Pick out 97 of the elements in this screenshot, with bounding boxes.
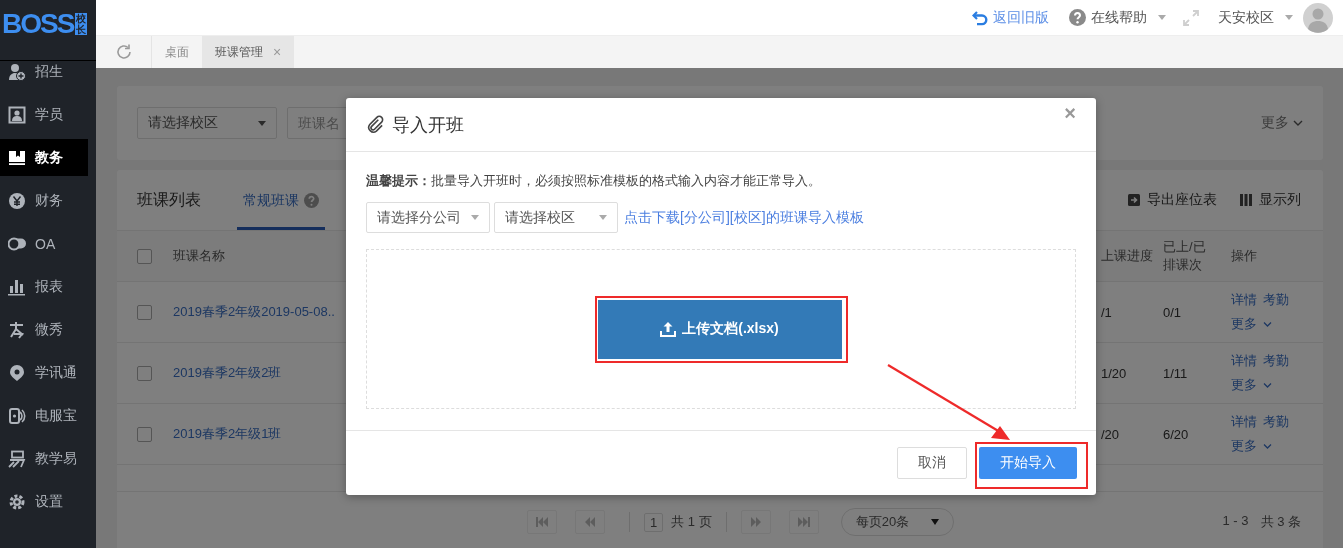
class-link[interactable]: 2019春季2年级2019-05-08.. [173,303,335,321]
chevron-down-icon [1263,442,1272,450]
phone-signal-icon [8,406,26,425]
checkbox[interactable] [137,365,152,381]
sidebar-item[interactable]: 报表 [0,268,88,305]
attendance-link[interactable]: 考勤 [1263,352,1289,370]
caret-icon [471,215,479,220]
record-range: 1 - 3 [1222,513,1249,530]
paperclip-icon [366,114,386,135]
details-link[interactable]: 详情 [1231,291,1257,309]
help-icon [304,193,319,208]
columns-icon [1239,193,1253,207]
cancel-button[interactable]: 取消 [897,447,967,479]
checkbox[interactable] [137,304,152,320]
sidebar-item[interactable]: 学员 [0,96,88,133]
person-plus-icon [8,62,26,81]
previous-page-button[interactable] [575,510,605,534]
sidebar-item[interactable]: 财务 [0,182,88,219]
details-link[interactable]: 详情 [1231,413,1257,431]
campus-select[interactable]: 请选择校区 [494,202,618,233]
company-select[interactable]: 请选择分公司 [366,202,490,233]
page-count: 共 1 页 [671,513,712,531]
sidebar-item[interactable]: 微秀 [0,311,88,348]
help-icon [1069,9,1086,26]
class-link[interactable]: 2019春季2年级1班 [173,425,282,443]
column-header: 操作 [1231,247,1257,265]
attendance-link[interactable]: 考勤 [1263,413,1289,431]
first-page-icon [535,516,549,528]
book-icon [8,148,26,167]
fullscreen-icon [1182,8,1200,27]
table-cell: 1/11 [1163,365,1188,381]
list-title: 班课列表 [137,189,201,210]
class-link[interactable]: 2019春季2年级2班 [173,364,282,382]
stacked-lines-icon [8,449,26,468]
sidebar-item[interactable]: 教学易 [0,440,88,477]
details-link[interactable]: 详情 [1231,352,1257,370]
record-total: 共 3 条 [1260,513,1301,531]
more-link[interactable]: 更多 [1231,315,1257,333]
undo-icon [972,9,988,26]
sidebar-item[interactable]: OA [0,225,88,262]
back-link[interactable]: 返回旧版 [993,8,1049,27]
column-header: 已上/已排课次 [1163,238,1207,274]
checkbox[interactable] [137,248,152,264]
campus-switcher[interactable]: 天安校区 [1218,8,1274,27]
previous-page-icon [583,516,597,528]
location-pin-icon [8,363,26,382]
last-page-button[interactable] [788,510,819,534]
export-button[interactable]: 导出座位表 [1147,191,1217,209]
caret-icon [1158,15,1166,20]
table-cell: 6/20 [1163,426,1189,442]
avatar-icon [1303,2,1333,33]
column-header: 班课名称 [173,247,225,265]
table-cell: 1/20 [1101,365,1127,381]
id-card-icon [8,105,26,124]
settings-icon [8,492,26,511]
next-page-button[interactable] [740,510,771,534]
campus-select[interactable]: 请选择校区 [137,107,277,139]
checkbox[interactable] [137,426,152,442]
start-import-button[interactable]: 开始导入 [979,446,1077,479]
tip-text: 温馨提示：批量导入开班时，必须按照标准模板的格式输入内容才能正常导入。 [366,172,822,190]
export-icon [1127,193,1141,207]
next-page-icon [748,516,763,528]
chevron-down-icon [1263,320,1272,328]
caret-icon [1285,15,1293,20]
last-page-icon [796,516,811,528]
chevron-down-icon [1263,381,1272,389]
upload-icon [660,321,677,337]
table-cell: /1 [1101,304,1112,320]
refresh-icon [114,43,133,61]
sidebar-item[interactable]: 电服宝 [0,397,88,434]
attendance-link[interactable]: 考勤 [1263,291,1289,309]
close-icon[interactable]: × [273,44,282,60]
yen-coin-icon [8,191,26,210]
bar-chart-icon [8,277,26,296]
table-cell: /20 [1101,426,1120,442]
sidebar-item[interactable]: 招生 [0,61,88,90]
page-number-field[interactable]: 1 [644,512,664,532]
page-tab[interactable]: 班课管理 × [202,36,295,68]
columns-button[interactable]: 显示列 [1259,191,1301,209]
template-link[interactable]: 点击下载[分公司][校区]的班课导入模板 [624,208,864,227]
more-link[interactable]: 更多 [1231,376,1257,394]
more-link[interactable]: 更多 [1261,114,1289,132]
caret-icon [599,215,607,220]
sidebar-item[interactable]: 学讯通 [0,354,88,391]
table-cell: 0/1 [1163,304,1182,320]
column-header: 上课进度 [1101,247,1153,265]
sidebar-item[interactable]: 教务 [0,139,88,176]
page-tab[interactable]: 桌面 [152,36,202,68]
close-button[interactable]: × [1064,102,1076,125]
upload-button[interactable]: 上传文档(.xlsx) [597,299,842,359]
first-page-button[interactable] [527,510,557,534]
help-link[interactable]: 在线帮助 [1091,8,1147,27]
chevron-down-icon [1293,119,1303,127]
dialog-title: 导入开班 [392,113,464,137]
sidebar-item[interactable]: 设置 [0,483,88,520]
more-link[interactable]: 更多 [1231,437,1257,455]
caret-icon [258,120,266,126]
